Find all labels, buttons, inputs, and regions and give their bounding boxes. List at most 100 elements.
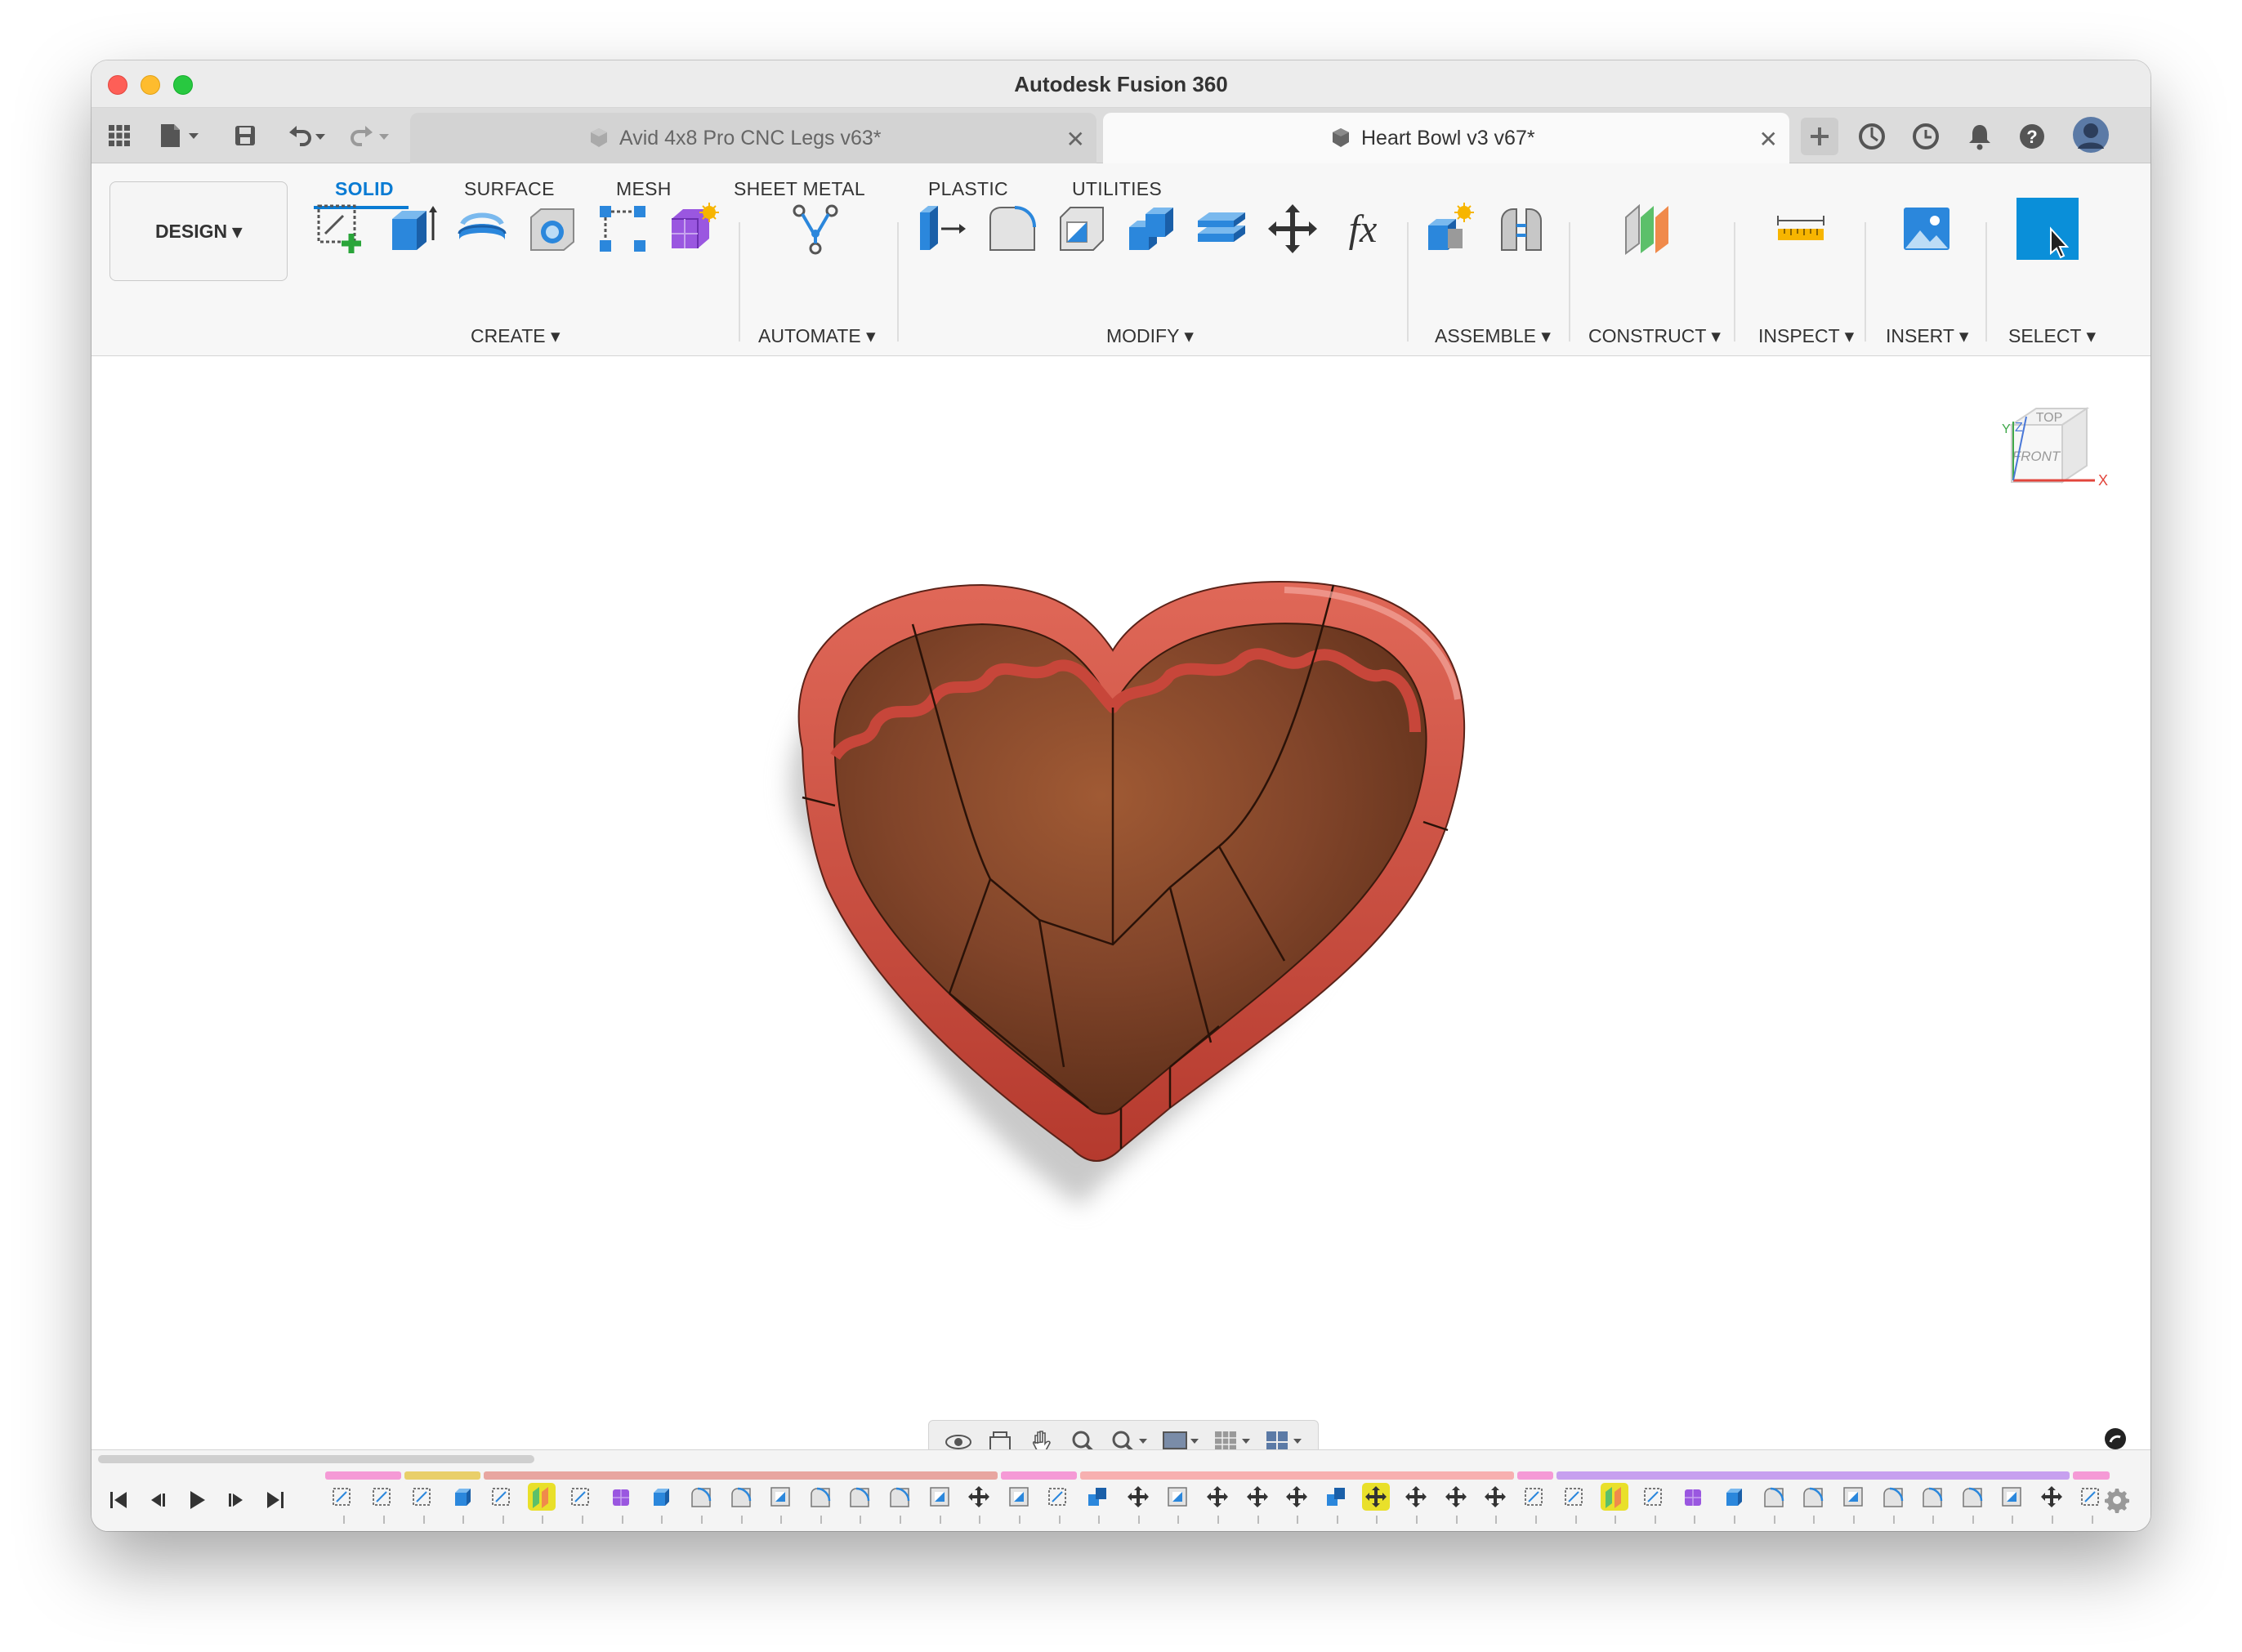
heart-bowl-model[interactable] (712, 536, 1693, 1271)
redo-button[interactable] (345, 119, 394, 152)
new-tab-button[interactable] (1801, 118, 1838, 155)
help-button[interactable]: ? (2016, 121, 2048, 152)
select-menu[interactable]: SELECT ▾ (2008, 325, 2096, 347)
canvas-viewport[interactable]: TOP FRONT X Y Z (92, 356, 2150, 1507)
assemble-menu[interactable]: ASSEMBLE ▾ (1435, 325, 1551, 347)
timeline-feature-sketch[interactable] (489, 1483, 516, 1511)
play-button[interactable] (183, 1486, 211, 1514)
timeline-feature-combine[interactable] (1323, 1483, 1351, 1511)
tab-mesh[interactable]: MESH (616, 178, 672, 200)
file-menu-button[interactable] (155, 119, 204, 152)
measure-button[interactable] (1771, 199, 1830, 258)
timeline-feature-extrude[interactable] (1720, 1483, 1748, 1511)
timeline-feature-fillet[interactable] (1760, 1483, 1788, 1511)
timeline-feature-fillet[interactable] (687, 1483, 715, 1511)
timeline-feature-shell[interactable] (926, 1483, 954, 1511)
revolve-button[interactable] (453, 199, 511, 258)
timeline-feature-fillet[interactable] (806, 1483, 834, 1511)
notifications-button[interactable] (1964, 121, 1995, 152)
timeline-feature-fillet[interactable] (727, 1483, 755, 1511)
timeline-feature-form[interactable] (608, 1483, 636, 1511)
history-button[interactable] (1910, 121, 1941, 152)
offset-plane-button[interactable] (1618, 199, 1677, 258)
timeline-feature-move[interactable] (1283, 1483, 1311, 1511)
tab-utilities[interactable]: UTILITIES (1072, 178, 1162, 200)
timeline-feature-sketch[interactable] (1045, 1483, 1073, 1511)
go-to-end-button[interactable] (261, 1486, 289, 1514)
automate-menu[interactable]: AUTOMATE ▾ (758, 325, 876, 347)
select-button[interactable] (2015, 196, 2080, 261)
user-avatar[interactable] (2072, 116, 2110, 154)
workspace-switcher[interactable]: DESIGN ▾ (109, 181, 288, 281)
timeline-feature-combine[interactable] (1084, 1483, 1112, 1511)
tab-solid[interactable]: SOLID (335, 178, 394, 200)
pattern-button[interactable] (593, 199, 652, 258)
press-pull-button[interactable] (912, 199, 971, 258)
timeline-feature-extrude[interactable] (647, 1483, 675, 1511)
shell-button[interactable] (1052, 199, 1111, 258)
timeline-feature-sketch[interactable] (568, 1483, 596, 1511)
timeline-feature-sketch[interactable] (1641, 1483, 1668, 1511)
create-menu[interactable]: CREATE ▾ (471, 325, 560, 347)
timeline-feature-shell[interactable] (1839, 1483, 1867, 1511)
timeline-feature-move[interactable] (1204, 1483, 1231, 1511)
timeline-feature-move[interactable] (2038, 1483, 2066, 1511)
document-tab-active[interactable]: Heart Bowl v3 v67* ✕ (1103, 113, 1789, 163)
insert-canvas-button[interactable] (1897, 199, 1956, 258)
timeline-feature-plane[interactable] (528, 1483, 556, 1511)
create-sketch-button[interactable] (312, 199, 371, 258)
tab-plastic[interactable]: PLASTIC (928, 178, 1008, 200)
timeline-feature-sketch[interactable] (2078, 1483, 2106, 1511)
timeline-feature-sketch[interactable] (409, 1483, 437, 1511)
tab-surface[interactable]: SURFACE (464, 178, 555, 200)
timeline-feature-fillet[interactable] (1799, 1483, 1827, 1511)
timeline-feature-move[interactable] (1244, 1483, 1271, 1511)
timeline-feature-fillet[interactable] (886, 1483, 913, 1511)
view-cube-top[interactable]: TOP (2036, 411, 2063, 425)
change-parameters-button[interactable]: fx (1333, 199, 1392, 258)
hole-button[interactable] (523, 199, 582, 258)
view-cube[interactable]: TOP FRONT X Y Z (1984, 392, 2123, 531)
timeline-feature-fillet[interactable] (1958, 1483, 1986, 1511)
timeline-settings-button[interactable] (2103, 1486, 2131, 1514)
close-tab-icon[interactable]: ✕ (1066, 126, 1085, 153)
timeline-feature-move[interactable] (965, 1483, 993, 1511)
new-component-button[interactable] (1422, 199, 1481, 258)
create-form-button[interactable] (663, 199, 722, 258)
timeline-feature-move[interactable] (1481, 1483, 1509, 1511)
app-grid-button[interactable] (103, 119, 136, 152)
modify-menu[interactable]: MODIFY ▾ (1106, 325, 1194, 347)
joint-button[interactable] (1492, 199, 1551, 258)
timeline-feature-sketch[interactable] (369, 1483, 397, 1511)
tab-sheet-metal[interactable]: SHEET METAL (734, 178, 865, 200)
save-button[interactable] (229, 119, 261, 152)
timeline-feature-extrude[interactable] (449, 1483, 476, 1511)
document-tab[interactable]: Avid 4x8 Pro CNC Legs v63* ✕ (410, 113, 1096, 163)
undo-button[interactable] (283, 119, 332, 152)
offset-face-button[interactable] (1193, 199, 1252, 258)
timeline-feature-sketch[interactable] (329, 1483, 357, 1511)
insert-menu[interactable]: INSERT ▾ (1886, 325, 1968, 347)
step-back-button[interactable] (144, 1486, 172, 1514)
timeline-feature-fillet[interactable] (1918, 1483, 1946, 1511)
automate-button[interactable] (786, 199, 845, 258)
extrude-button[interactable] (382, 199, 441, 258)
timeline-feature-sketch[interactable] (1521, 1483, 1549, 1511)
timeline-feature-move[interactable] (1402, 1483, 1430, 1511)
timeline-feature-move[interactable] (1362, 1483, 1391, 1511)
combine-button[interactable] (1123, 199, 1181, 258)
timeline-feature-shell[interactable] (1998, 1483, 2025, 1511)
construct-menu[interactable]: CONSTRUCT ▾ (1588, 325, 1721, 347)
timeline-feature-shell[interactable] (1163, 1483, 1191, 1511)
job-status-button[interactable] (1856, 121, 1887, 152)
timeline-feature-fillet[interactable] (1879, 1483, 1907, 1511)
timeline-feature-move[interactable] (1442, 1483, 1470, 1511)
timeline-feature-shell[interactable] (766, 1483, 794, 1511)
timeline-feature-plane[interactable] (1601, 1483, 1629, 1511)
timeline-feature-move[interactable] (1124, 1483, 1152, 1511)
step-forward-button[interactable] (222, 1486, 250, 1514)
timeline-feature-fillet[interactable] (846, 1483, 873, 1511)
timeline-feature-form[interactable] (1680, 1483, 1708, 1511)
inspect-menu[interactable]: INSPECT ▾ (1758, 325, 1854, 347)
fillet-button[interactable] (982, 199, 1041, 258)
